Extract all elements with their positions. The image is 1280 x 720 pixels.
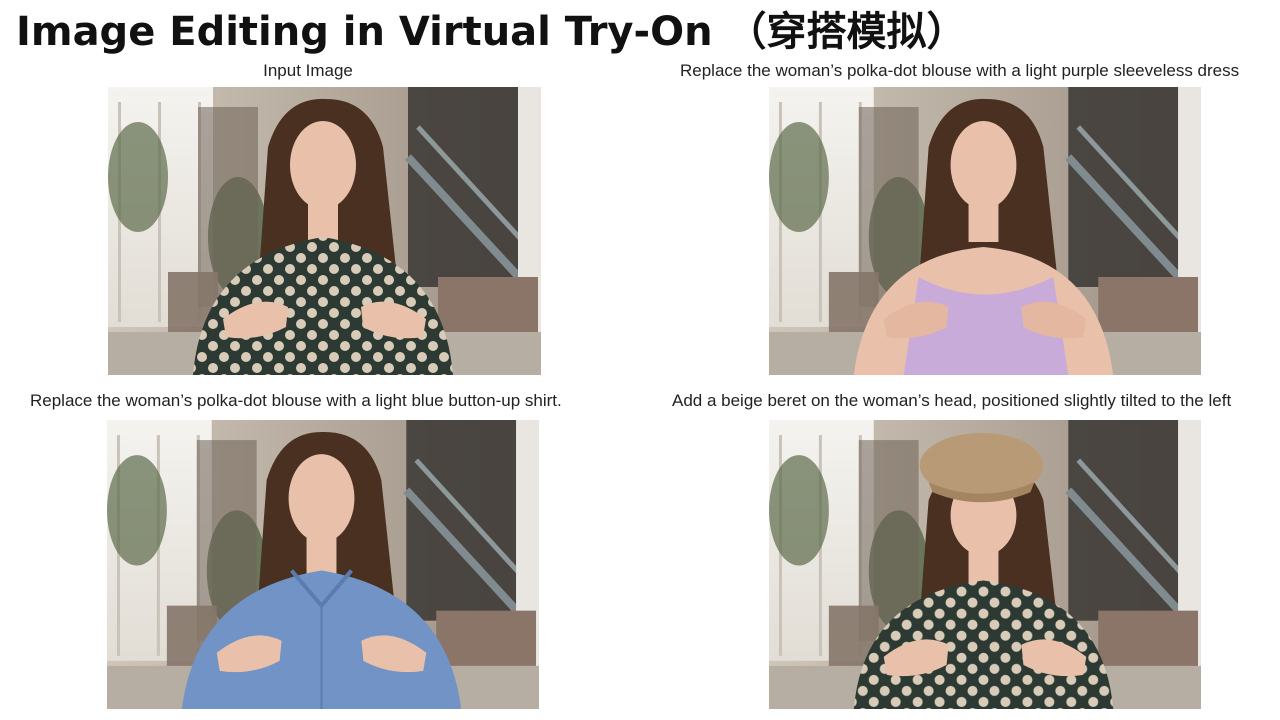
input-image (108, 87, 541, 375)
caption-input-image: Input Image (263, 61, 353, 80)
slide-title: Image Editing in Virtual Try-On （穿搭模拟） (16, 9, 967, 55)
caption-purple-dress: Replace the woman’s polka-dot blouse wit… (680, 61, 1240, 80)
edited-blue-shirt (107, 420, 539, 709)
caption-blue-shirt: Replace the woman’s polka-dot blouse wit… (30, 391, 562, 410)
edited-purple-dress (769, 87, 1201, 375)
edited-beige-beret (769, 420, 1201, 709)
caption-beige-beret: Add a beige beret on the woman’s head, p… (672, 391, 1232, 410)
